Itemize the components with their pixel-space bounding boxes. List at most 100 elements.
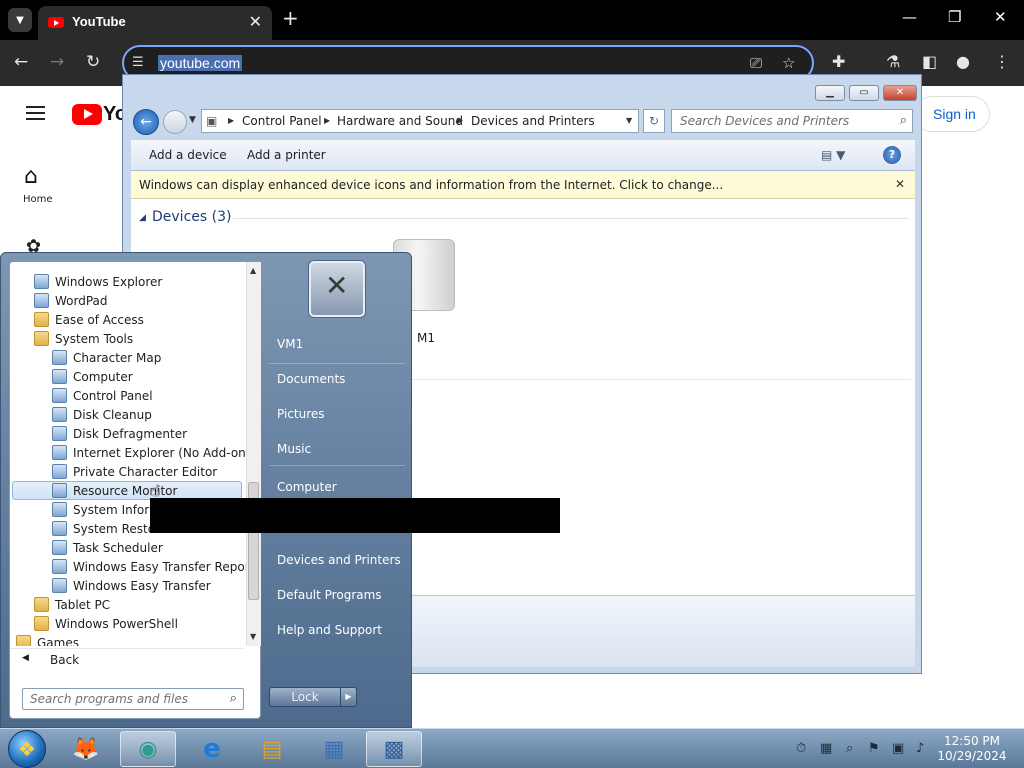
program-item[interactable]: Computer: [52, 367, 133, 386]
start-link-devices-and-printers[interactable]: Devices and Printers: [277, 553, 401, 567]
labs-flask-icon[interactable]: ⚗: [886, 52, 900, 71]
reload-icon[interactable]: ↻: [86, 52, 100, 72]
address-breadcrumb[interactable]: ▣ ▶ Control Panel ▶ Hardware and Sound ▶…: [201, 109, 639, 133]
restore-icon[interactable]: ❐: [948, 8, 961, 26]
breadcrumb-control-panel[interactable]: Control Panel: [242, 114, 322, 128]
program-item[interactable]: Ease of Access: [34, 310, 144, 329]
kebab-menu-icon[interactable]: ⋮: [994, 52, 1010, 71]
start-link-music[interactable]: Music: [277, 442, 311, 456]
home-icon[interactable]: ⌂: [24, 164, 38, 189]
info-bar[interactable]: Windows can display enhanced device icon…: [131, 171, 915, 199]
breadcrumb-separator-icon[interactable]: ▶: [457, 116, 463, 125]
tab-youtube[interactable]: YouTube ✕: [38, 6, 272, 40]
new-tab-button[interactable]: +: [282, 6, 299, 30]
user-picture-icon[interactable]: [309, 261, 365, 317]
program-item[interactable]: Windows Easy Transfer Reports: [52, 557, 261, 576]
forward-arrow-icon[interactable]: →: [50, 52, 64, 72]
program-item[interactable]: Windows Easy Transfer: [52, 576, 211, 595]
group-collapse-icon[interactable]: ◢: [139, 213, 146, 223]
program-item[interactable]: Windows Explorer: [34, 272, 162, 291]
profile-avatar-icon[interactable]: ●: [956, 52, 970, 71]
window-close-icon[interactable]: ✕: [994, 8, 1007, 26]
breadcrumb-separator-icon[interactable]: ▶: [228, 116, 234, 125]
program-item[interactable]: WordPad: [34, 291, 108, 310]
help-icon[interactable]: ?: [883, 146, 901, 164]
scroll-down-icon[interactable]: ▼: [250, 632, 256, 641]
start-link-pictures[interactable]: Pictures: [277, 407, 325, 421]
display-tray-icon[interactable]: ▣: [892, 741, 904, 756]
search-icon[interactable]: ⌕: [900, 113, 907, 128]
back-arrow-icon[interactable]: ←: [133, 109, 159, 135]
url-text[interactable]: youtube.com: [158, 55, 243, 71]
program-item[interactable]: Character Map: [52, 348, 161, 367]
program-item[interactable]: Games: [16, 633, 79, 646]
program-item[interactable]: Disk Cleanup: [52, 405, 152, 424]
start-link-computer[interactable]: Computer: [277, 480, 337, 494]
bookmark-star-icon[interactable]: ☆: [782, 54, 795, 72]
search-programs-input[interactable]: Search programs and files ⌕: [22, 688, 244, 710]
home-label[interactable]: Home: [23, 194, 53, 205]
taskbar-internet-explorer-button[interactable]: e: [184, 731, 240, 767]
close-icon[interactable]: ✕: [883, 85, 917, 101]
maximize-icon[interactable]: ▭: [849, 85, 879, 101]
taskbar-firefox-button[interactable]: 🦊: [58, 731, 114, 767]
refresh-icon[interactable]: ↻: [643, 109, 665, 133]
tab-search-button[interactable]: ▼: [8, 8, 32, 32]
address-dropdown-icon[interactable]: ▼: [626, 116, 632, 125]
taskbar-control-panel-button[interactable]: ▩: [366, 731, 422, 767]
volume-icon[interactable]: ♪: [916, 741, 924, 756]
program-item[interactable]: Disk Defragmenter: [52, 424, 187, 443]
program-item[interactable]: Control Panel: [52, 386, 153, 405]
shutdown-options-arrow-icon[interactable]: ▶: [341, 687, 357, 707]
recent-pages-dropdown-icon[interactable]: ▼: [189, 115, 196, 125]
program-item[interactable]: System Tools: [34, 329, 133, 348]
tab-close-icon[interactable]: ✕: [249, 12, 262, 31]
breadcrumb-separator-icon[interactable]: ▶: [324, 116, 330, 125]
youtube-logo-icon[interactable]: [72, 104, 102, 125]
devices-group-title[interactable]: Devices (3): [152, 209, 231, 225]
search-devices-input[interactable]: Search Devices and Printers ⌕: [671, 109, 913, 133]
program-item[interactable]: Private Character Editor: [52, 462, 217, 481]
minimize-icon[interactable]: —: [902, 8, 917, 26]
add-device-button[interactable]: Add a device: [149, 148, 227, 162]
side-panel-icon[interactable]: ◧: [922, 52, 937, 71]
clock-tray-icon[interactable]: ⏱: [796, 741, 806, 756]
system-clock[interactable]: 12:50 PM 10/29/2024: [930, 734, 1014, 764]
breadcrumb-devices-and-printers[interactable]: Devices and Printers: [471, 114, 595, 128]
network-tray-icon[interactable]: ▦: [820, 741, 832, 756]
device-label[interactable]: M1: [417, 331, 435, 345]
minimize-icon[interactable]: ▁: [815, 85, 845, 101]
taskbar-folder-button[interactable]: ▤: [244, 731, 300, 767]
add-printer-button[interactable]: Add a printer: [247, 148, 326, 162]
start-link-default-programs[interactable]: Default Programs: [277, 588, 382, 602]
program-label: Disk Cleanup: [73, 407, 152, 422]
start-button[interactable]: [8, 730, 46, 768]
program-item[interactable]: Tablet PC: [34, 595, 110, 614]
start-link-help-and-support[interactable]: Help and Support: [277, 623, 382, 637]
breadcrumb-hardware-and-sound[interactable]: Hardware and Sound: [337, 114, 463, 128]
program-item[interactable]: Task Scheduler: [52, 538, 163, 557]
program-item[interactable]: Internet Explorer (No Add-ons): [52, 443, 257, 462]
sign-in-button[interactable]: Sign in: [914, 96, 990, 132]
back-button[interactable]: ◀ Back: [10, 648, 244, 670]
info-bar-close-icon[interactable]: ✕: [895, 177, 905, 191]
taskbar-app-button[interactable]: ◉: [120, 731, 176, 767]
search-tray-icon[interactable]: ⌕: [846, 741, 853, 756]
scroll-up-icon[interactable]: ▲: [250, 266, 256, 275]
hamburger-menu-icon[interactable]: [26, 106, 45, 120]
program-label: Control Panel: [73, 388, 153, 403]
back-arrow-icon[interactable]: ←: [14, 52, 28, 72]
lock-button[interactable]: Lock: [269, 687, 341, 707]
change-view-icon[interactable]: ▤ ▼: [821, 148, 845, 162]
forward-arrow-icon[interactable]: [163, 110, 187, 134]
program-item[interactable]: Windows PowerShell: [34, 614, 178, 633]
taskbar-document-button[interactable]: ▦: [306, 731, 362, 767]
info-bar-text[interactable]: Windows can display enhanced device icon…: [139, 178, 723, 192]
action-center-flag-icon[interactable]: ⚑: [868, 741, 880, 756]
site-info-icon[interactable]: ☰: [132, 55, 144, 70]
start-link-user-folder[interactable]: VM1: [277, 337, 303, 351]
extensions-icon[interactable]: ✚: [832, 52, 845, 71]
start-link-documents[interactable]: Documents: [277, 372, 345, 386]
install-app-icon[interactable]: ⎚: [750, 54, 762, 72]
search-icon[interactable]: ⌕: [230, 691, 237, 706]
